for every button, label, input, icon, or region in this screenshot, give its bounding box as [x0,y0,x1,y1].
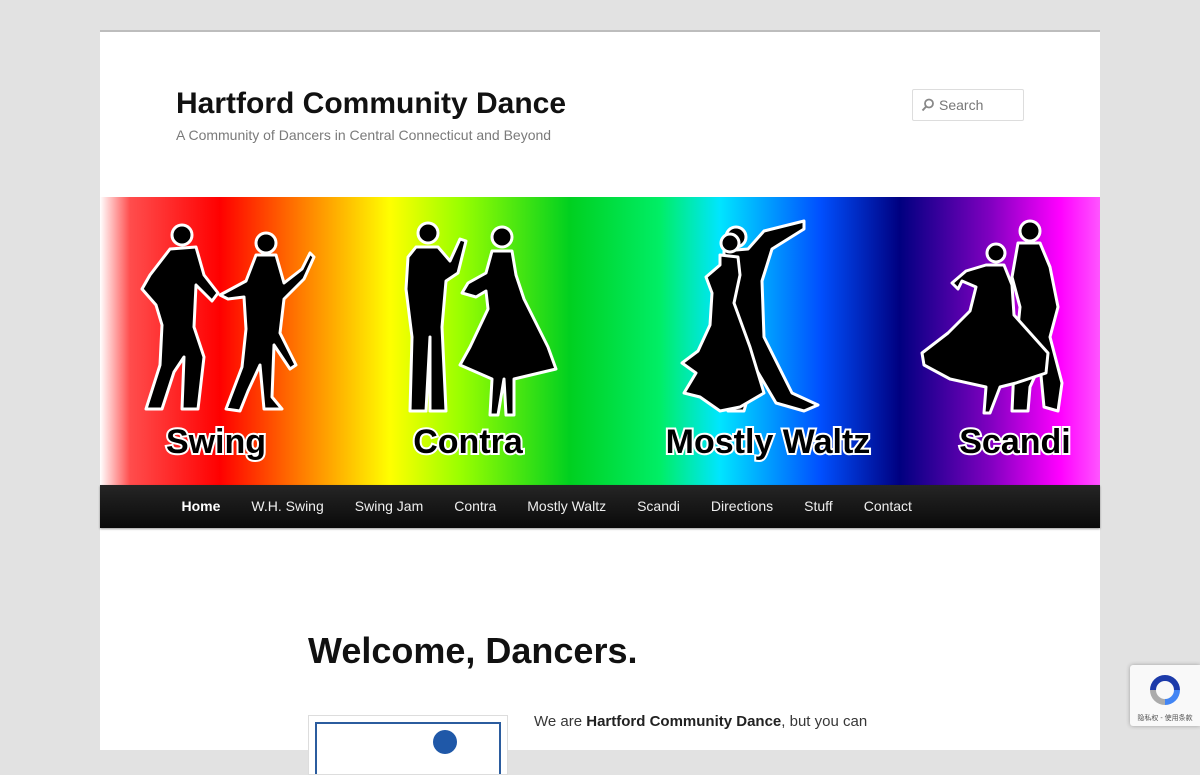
contra-dancers-silhouette [404,221,558,417]
recaptcha-badge[interactable]: 隐私权 - 使用条款 [1130,665,1200,726]
nav-menu: Home W.H. Swing Swing Jam Contra Mostly Walt… [100,485,1100,528]
nav-item-contra[interactable]: Contra [439,485,512,528]
search-input[interactable] [939,90,1021,120]
content-image-graphic [433,730,457,754]
content-image-frame [315,722,501,774]
intro-suffix: , but you can [781,713,868,730]
dancers-silhouettes: Swing Contra Mostly Waltz Scandi [140,219,1073,463]
recaptcha-links[interactable]: 隐私权 - 使用条款 [1130,713,1200,723]
scandi-dancers-silhouette [920,219,1064,415]
intro-prefix: We are [534,713,587,730]
nav-item-scandi[interactable]: Scandi [622,485,696,528]
swing-dancers-silhouette [140,223,316,413]
nav-item-w-h-swing[interactable]: W.H. Swing [236,485,339,528]
nav-item-home[interactable]: Home [166,485,236,528]
recaptcha-icon [1150,675,1180,705]
site-title[interactable]: Hartford Community Dance [176,87,566,121]
main-navigation: Home W.H. Swing Swing Jam Contra Mostly Walt… [100,485,1100,528]
page: Hartford Community Dance A Community of … [100,30,1100,775]
content-image[interactable] [308,715,508,775]
nav-item-contact[interactable]: Contact [848,485,927,528]
nav-item-swing-jam[interactable]: Swing Jam [339,485,438,528]
site-description: A Community of Dancers in Central Connec… [176,127,552,143]
intro-paragraph: We are Hartford Community Dance, but you… [534,713,867,730]
banner-label-mostly-waltz: Mostly Waltz [666,423,871,461]
nav-item-directions[interactable]: Directions [695,485,788,528]
waltz-dancers-silhouette [680,219,820,413]
intro-site-name: Hartford Community Dance [586,713,782,730]
banner-label-swing: Swing [166,423,266,461]
page-title: Welcome, Dancers. [308,630,638,671]
search-box[interactable] [912,89,1024,121]
nav-item-mostly-waltz[interactable]: Mostly Waltz [512,485,622,528]
banner-label-scandi: Scandi [959,423,1070,461]
header-banner[interactable]: Swing Contra Mostly Waltz Scandi [100,197,1100,485]
search-icon [921,98,934,112]
nav-item-stuff[interactable]: Stuff [789,485,849,528]
banner-label-contra: Contra [413,423,524,461]
